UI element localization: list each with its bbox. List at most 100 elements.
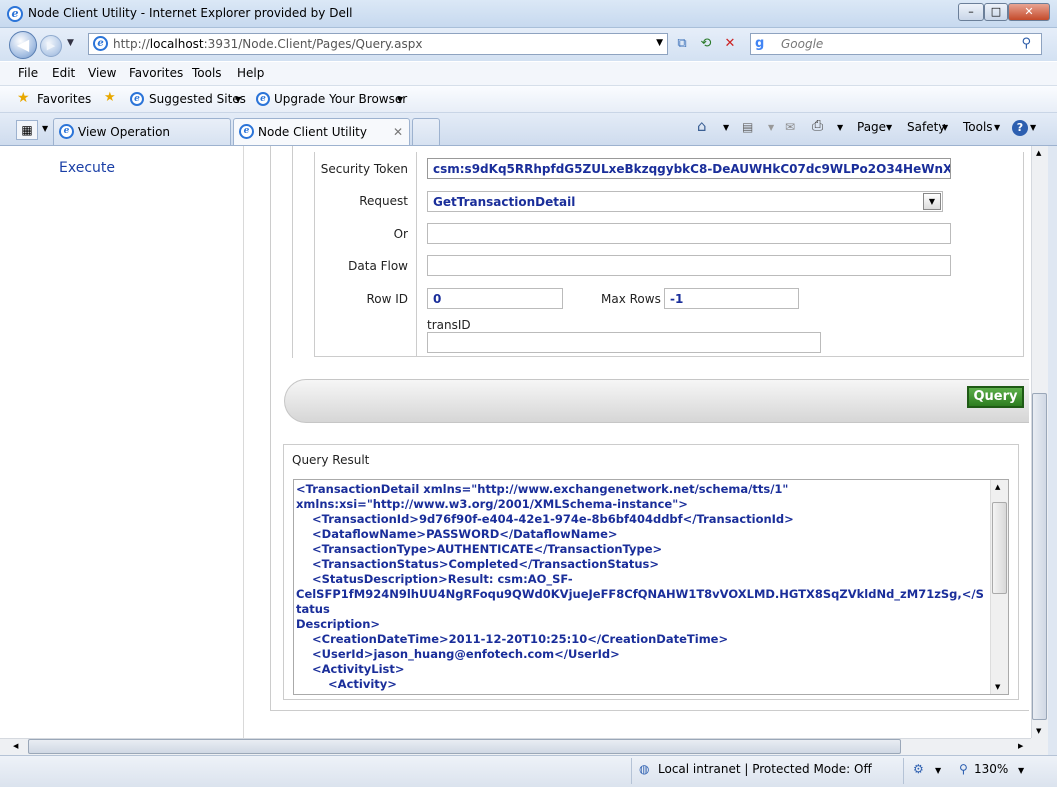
chevron-down-icon[interactable]: ▼ <box>942 123 948 132</box>
suggested-sites-icon: e <box>130 92 144 106</box>
search-placeholder: Google <box>781 37 824 51</box>
chevron-down-icon[interactable]: ▼ <box>723 123 729 132</box>
zoom-icon: ⚲ <box>959 762 968 776</box>
page-menu[interactable]: Page <box>857 120 886 134</box>
search-icon[interactable]: ⚲ <box>1021 36 1031 51</box>
query-result-panel: Query Result <TransactionDetail xmlns="h… <box>283 444 1019 700</box>
left-navigation: Execute <box>0 146 244 738</box>
query-form: Security Token csm:s9dKq5RRhpfdG5ZULxeBk… <box>314 152 1024 357</box>
back-arrow-icon[interactable]: ◀ <box>9 31 37 59</box>
security-token-field[interactable]: csm:s9dKq5RRhpfdG5ZULxeBkzqgybkC8-DeAUWH… <box>427 158 951 179</box>
window-title: Node Client Utility - Internet Explorer … <box>28 6 353 20</box>
dataflow-field[interactable] <box>427 255 951 276</box>
quick-tabs-icon[interactable]: ▦ <box>16 120 38 140</box>
address-host: localhost <box>149 37 204 51</box>
title-bar: e Node Client Utility - Internet Explore… <box>0 0 1057 28</box>
chevron-down-icon[interactable]: ▼ <box>837 123 843 132</box>
compatibility-icon[interactable]: ⧉ <box>672 35 692 53</box>
or-field[interactable] <box>427 223 951 244</box>
horizontal-scroll-thumb[interactable] <box>28 739 901 754</box>
request-select[interactable]: GetTransactionDetail ▼ <box>427 191 943 212</box>
safety-menu[interactable]: Safety <box>907 120 945 134</box>
maxrows-label: Max Rows <box>601 292 661 306</box>
tab-node-client-utility[interactable]: e Node Client Utility ✕ <box>233 118 410 145</box>
scroll-up-icon[interactable]: ▲ <box>1036 149 1041 157</box>
favorites-button[interactable]: Favorites <box>37 92 91 106</box>
menu-view[interactable]: View <box>88 66 116 80</box>
address-dropdown-icon[interactable]: ▼ <box>656 38 663 48</box>
new-tab-button[interactable] <box>412 118 440 145</box>
security-token-label: Security Token <box>320 162 408 176</box>
chevron-down-icon[interactable]: ▼ <box>886 123 892 132</box>
protected-mode-icon[interactable]: ⚙ <box>913 762 924 776</box>
refresh-icon[interactable]: ⟲ <box>696 35 716 53</box>
minimize-button[interactable]: – <box>958 3 984 21</box>
scroll-right-icon[interactable]: ▶ <box>1018 742 1023 750</box>
chevron-down-icon[interactable]: ▼ <box>397 95 403 104</box>
menu-tools[interactable]: Tools <box>192 66 222 80</box>
forward-arrow-icon[interactable]: ▶ <box>40 35 62 57</box>
print-icon[interactable]: ⎙ <box>812 118 823 134</box>
transid-field[interactable] <box>427 332 821 353</box>
tab-bar: ▦ ▼ e View Operation e Node Client Utili… <box>0 113 1057 146</box>
tab-ie-icon: e <box>59 124 74 139</box>
menu-edit[interactable]: Edit <box>52 66 75 80</box>
scroll-up-icon[interactable]: ▲ <box>995 483 1000 491</box>
stop-icon[interactable]: ✕ <box>720 35 740 53</box>
address-prefix: http:// <box>113 37 150 51</box>
result-scrollbar[interactable]: ▲ ▼ <box>990 480 1008 694</box>
address-bar[interactable]: e http://localhost:3931/Node.Client/Page… <box>88 33 668 55</box>
close-tab-icon[interactable]: ✕ <box>393 125 403 139</box>
close-button[interactable]: ✕ <box>1008 3 1050 21</box>
status-bar: ◍ Local intranet | Protected Mode: Off ⚙… <box>0 755 1057 787</box>
request-selected-value: GetTransactionDetail <box>433 195 576 209</box>
upgrade-icon: e <box>256 92 270 106</box>
page-content: Execute Security Token csm:s9dKq5RRhpfdG… <box>0 146 1031 738</box>
request-label: Request <box>359 194 408 208</box>
suggested-sites-link[interactable]: Suggested Sites <box>149 92 246 106</box>
zoom-level[interactable]: 130% <box>974 762 1008 776</box>
add-favorite-icon[interactable]: ★ <box>104 90 116 105</box>
tools-menu[interactable]: Tools <box>963 120 993 134</box>
tab-view-operation[interactable]: e View Operation <box>53 118 231 145</box>
chevron-down-icon[interactable]: ▼ <box>1030 123 1036 132</box>
chevron-down-icon[interactable]: ▼ <box>235 95 241 104</box>
rowid-field[interactable]: 0 <box>427 288 563 309</box>
maxrows-field[interactable]: -1 <box>664 288 799 309</box>
vertical-scroll-thumb[interactable] <box>1032 393 1047 720</box>
query-result-xml: <TransactionDetail xmlns="http://www.exc… <box>296 482 984 694</box>
menu-favorites[interactable]: Favorites <box>129 66 183 80</box>
chevron-down-icon[interactable]: ▼ <box>768 123 774 132</box>
execute-link[interactable]: Execute <box>59 160 115 176</box>
menu-file[interactable]: File <box>18 66 38 80</box>
rowid-label: Row ID <box>366 292 408 306</box>
result-scroll-thumb[interactable] <box>992 502 1007 594</box>
scroll-down-icon[interactable]: ▼ <box>1036 727 1041 735</box>
query-toolbar <box>284 379 1029 423</box>
query-button[interactable]: Query <box>967 386 1024 408</box>
search-input[interactable]: g Google ⚲ <box>750 33 1042 55</box>
scroll-down-icon[interactable]: ▼ <box>995 683 1000 691</box>
address-path: :3931/Node.Client/Pages/Query.aspx <box>203 37 423 51</box>
recent-pages-chevron-icon[interactable]: ▼ <box>67 38 74 48</box>
google-logo-icon: g <box>755 36 765 51</box>
menu-bar: File Edit View Favorites Tools Help <box>0 62 1057 86</box>
chevron-down-icon[interactable]: ▼ <box>923 193 941 210</box>
security-zone[interactable]: Local intranet | Protected Mode: Off <box>658 762 872 776</box>
chevron-down-icon[interactable]: ▼ <box>994 123 1000 132</box>
upgrade-browser-link[interactable]: Upgrade Your Browser <box>274 92 407 106</box>
menu-help[interactable]: Help <box>237 66 264 80</box>
mail-icon[interactable]: ✉ <box>785 120 795 134</box>
chevron-down-icon[interactable]: ▼ <box>1018 766 1024 775</box>
help-icon[interactable]: ? <box>1012 120 1028 136</box>
scroll-left-icon[interactable]: ◀ <box>13 742 18 750</box>
favorites-star-icon: ★ <box>17 90 30 106</box>
query-result-textarea[interactable]: <TransactionDetail xmlns="http://www.exc… <box>293 479 1009 695</box>
intranet-globe-icon: ◍ <box>639 762 650 776</box>
tab-list-chevron-icon[interactable]: ▼ <box>42 124 48 133</box>
dataflow-label: Data Flow <box>348 259 408 273</box>
chevron-down-icon[interactable]: ▼ <box>935 766 941 775</box>
maximize-button[interactable]: □ <box>984 3 1008 21</box>
home-icon[interactable]: ⌂ <box>697 117 707 135</box>
feeds-icon[interactable]: ▤ <box>742 120 753 134</box>
